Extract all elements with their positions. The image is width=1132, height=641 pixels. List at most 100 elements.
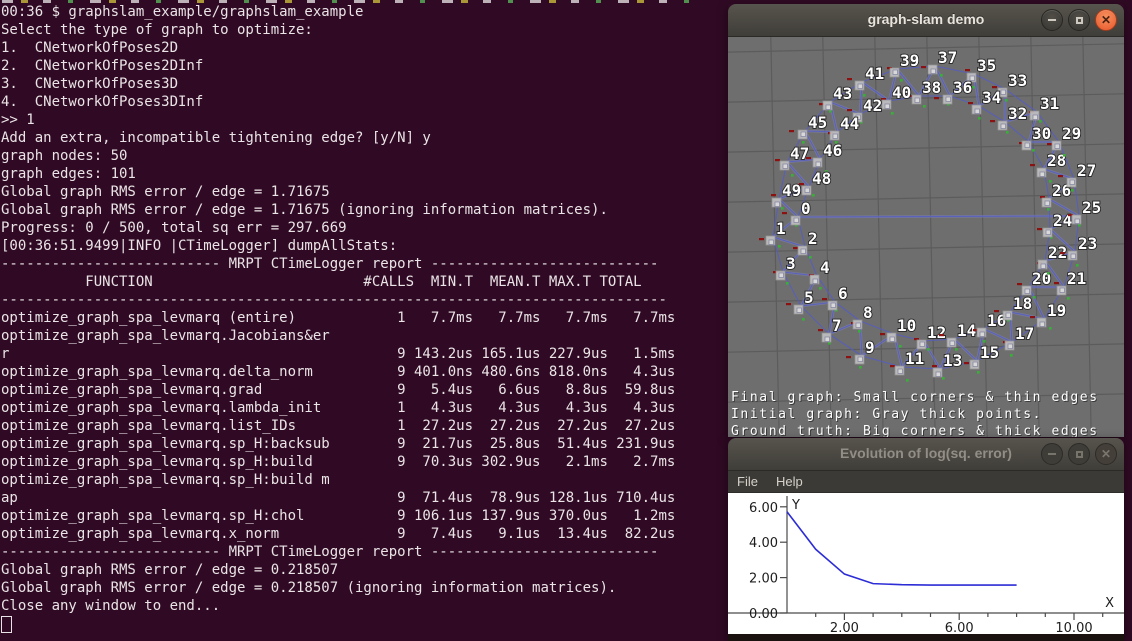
terminal-line: Progress: 0 / 500, total sq err = 297.66… [1, 219, 675, 237]
graphslam-titlebar[interactable]: ✕ graph-slam demo [728, 4, 1124, 37]
initial-graph-point [1037, 228, 1042, 230]
graph-node-label: 30 [1032, 124, 1051, 143]
graph-node-final [931, 69, 936, 74]
ground-truth-point [1010, 354, 1013, 357]
graph-node-final [794, 218, 799, 223]
graph-node-final [915, 98, 920, 103]
legend-line-final: Final graph: Small corners & thin edges [731, 389, 1099, 406]
graph-node-label: 43 [833, 84, 852, 103]
terminal-line: graph edges: 101 [1, 165, 675, 183]
graph-node-final [1025, 289, 1030, 294]
graph-node-label: 33 [1008, 71, 1027, 90]
initial-graph-point [934, 97, 939, 99]
terminal-line: Global graph RMS error / edge = 1.71675 [1, 183, 675, 201]
ground-truth-point [940, 74, 943, 77]
graph-node-final [1040, 322, 1045, 327]
initial-graph-point [890, 365, 895, 367]
viewport-legend: Final graph: Small corners & thin edgesI… [731, 389, 1099, 437]
terminal-line: optimize_graph_spa_levmarq.delta_norm 9 … [1, 363, 675, 381]
graph-node-final [1055, 144, 1060, 149]
graph-node-label: 49 [782, 181, 801, 200]
graph-node-final [898, 369, 903, 374]
terminal-line: Add an extra, incompatible tightening ed… [1, 129, 675, 147]
plot-area[interactable]: 0.002.004.006.002.006.0010.00YX [728, 493, 1124, 634]
legend-line-initial: Initial graph: Gray thick points. [731, 406, 1099, 423]
terminal-line: FUNCTION #CALLS MIN.T MEAN.T MAX.T TOTAL [1, 273, 675, 291]
initial-graph-point [990, 120, 995, 122]
ground-truth-point [858, 330, 861, 333]
graph-node-final [779, 273, 784, 278]
graph-node-final [858, 84, 863, 89]
ground-truth-point [978, 117, 981, 120]
graph-node-label: 21 [1067, 269, 1086, 288]
menu-help[interactable]: Help [767, 472, 812, 491]
graph-node-label: 25 [1082, 198, 1101, 217]
graph-node-label: 44 [840, 114, 859, 133]
y-tick-label: 0.00 [749, 607, 778, 622]
graph-node-final [950, 341, 955, 346]
initial-graph-point [822, 298, 827, 300]
ground-truth-point [972, 86, 975, 89]
initial-graph-point [921, 66, 926, 68]
terminal-line: ap 9 71.4us 78.9us 128.1us 710.4us [1, 489, 675, 507]
initial-graph-point [1060, 252, 1065, 254]
graph-node-label: 17 [1015, 324, 1034, 343]
graph-node-final [1045, 201, 1050, 206]
terminal-line: optimize_graph_spa_levmarq.sp_H:build 9 … [1, 453, 675, 471]
graph-node-final [893, 70, 898, 75]
grid-line [1031, 37, 1040, 437]
terminal-line: graph nodes: 50 [1, 147, 675, 165]
initial-graph-point [786, 303, 791, 305]
terminal-line: optimize_graph_spa_levmarq.Jacobians&er [1, 327, 675, 345]
y-tick-label: 4.00 [749, 536, 778, 551]
y-tick-label: 6.00 [749, 501, 778, 516]
ground-truth-point [899, 345, 902, 348]
graph-node-final [890, 337, 895, 342]
graph-node-label: 48 [812, 169, 831, 188]
graph-node-label: 0 [801, 199, 811, 218]
graph-edge [974, 74, 1005, 89]
graph-node-label: 39 [900, 51, 919, 70]
graph-node-label: 4 [820, 258, 830, 277]
graph-node-label: 35 [977, 56, 996, 75]
terminal-line: 4. CNetworkOfPoses3DInf [1, 93, 675, 111]
terminal-line: 00:36 $ graphslam_example/graphslam_exam… [1, 3, 675, 21]
terminal-line: Global graph RMS error / edge = 1.71675 … [1, 201, 675, 219]
graph-node-label: 8 [863, 303, 873, 322]
terminal-line: Global graph RMS error / edge = 0.218507 [1, 561, 675, 579]
graph-edge [984, 329, 1012, 342]
terminal-line: optimize_graph_spa_levmarq (entire) 1 7.… [1, 309, 675, 327]
graph-3d-viewport[interactable]: 0123456789101112131415161718192021222324… [728, 37, 1124, 437]
initial-graph-point [847, 109, 852, 111]
graph-node-final [975, 109, 980, 114]
graph-node-label: 47 [790, 144, 809, 163]
initial-graph-point [965, 69, 970, 71]
ground-truth-point [778, 245, 781, 248]
graph-node-final [936, 372, 941, 377]
graph-node-final [783, 164, 788, 169]
graph-canvas[interactable]: 0123456789101112131415161718192021222324… [728, 37, 1124, 437]
y-axis-label: Y [791, 498, 800, 513]
terminal-line: Select the type of graph to optimize: [1, 21, 675, 39]
graph-node-final [1025, 143, 1030, 148]
initial-graph-point [846, 356, 851, 358]
plot-titlebar[interactable]: ✕ Evolution of log(sq. error) [728, 438, 1124, 471]
graph-node-label: 1 [776, 219, 786, 238]
graph-node-label: 23 [1078, 234, 1097, 253]
initial-graph-point [964, 362, 969, 364]
initial-graph-point [775, 159, 780, 161]
terminal-line: Close any window to end... [1, 597, 675, 615]
graph-node-label: 12 [927, 323, 946, 342]
graph-node-final [813, 279, 818, 284]
plot-menubar: File Help [728, 471, 1124, 493]
viewport-grid [728, 37, 1124, 437]
initial-graph-point [880, 333, 885, 335]
terminal-line: optimize_graph_spa_levmarq.grad 9 5.4us … [1, 381, 675, 399]
ground-truth-point [927, 348, 930, 351]
terminal-window[interactable]: 00:36 $ graphslam_example/graphslam_exam… [0, 0, 728, 641]
graph-node-label: 11 [905, 349, 924, 368]
graphslam-demo-window: ✕ graph-slam demo 0123456789101112131415… [728, 4, 1124, 437]
graph-node-label: 46 [823, 141, 842, 160]
ground-truth-point [977, 371, 980, 374]
menu-file[interactable]: File [728, 472, 767, 491]
